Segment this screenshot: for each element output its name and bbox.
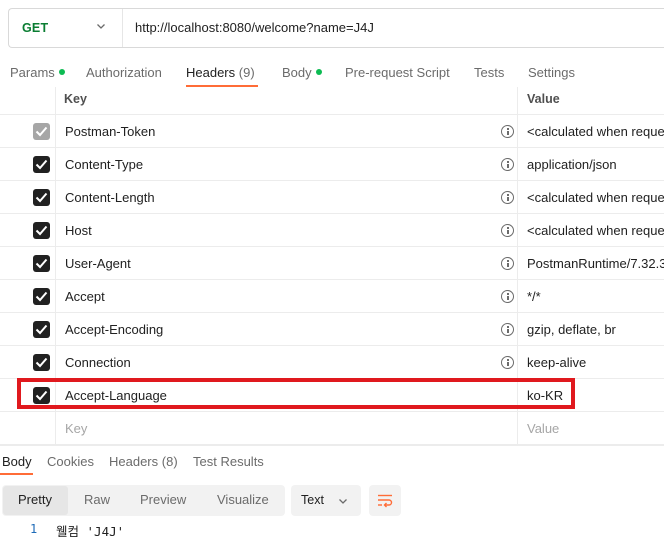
- url-bar: GET http://localhost:8080/welcome?name=J…: [8, 8, 664, 48]
- response-tab-body[interactable]: Body: [2, 454, 32, 469]
- checkmark-icon: [35, 225, 48, 236]
- info-icon[interactable]: [501, 224, 514, 237]
- method-label: GET: [22, 21, 49, 35]
- format-raw-button[interactable]: Raw: [84, 492, 110, 507]
- table-row: Content-Length <calculated when reque: [0, 181, 664, 214]
- wrap-lines-button[interactable]: [369, 485, 401, 516]
- row-checkbox[interactable]: [33, 156, 50, 173]
- table-row: Accept */*: [0, 280, 664, 313]
- header-value[interactable]: PostmanRuntime/7.32.3: [527, 256, 664, 271]
- row-checkbox[interactable]: [33, 321, 50, 338]
- checkmark-icon: [35, 126, 48, 137]
- language-label: Text: [301, 493, 324, 507]
- format-pretty-button[interactable]: Pretty: [18, 492, 52, 507]
- tab-body[interactable]: Body: [282, 65, 322, 80]
- checkmark-icon: [35, 192, 48, 203]
- response-divider: [0, 445, 664, 446]
- chevron-down-icon: [339, 499, 347, 504]
- row-checkbox[interactable]: [33, 189, 50, 206]
- tab-headers[interactable]: Headers (9): [186, 65, 255, 80]
- row-checkbox[interactable]: [33, 123, 50, 140]
- header-value[interactable]: */*: [527, 289, 541, 304]
- new-key-input[interactable]: Key: [65, 421, 87, 436]
- format-visualize-button[interactable]: Visualize: [217, 492, 269, 507]
- row-checkbox[interactable]: [33, 222, 50, 239]
- body-indicator-dot: [315, 69, 322, 75]
- header-value[interactable]: application/json: [527, 157, 617, 172]
- new-value-input[interactable]: Value: [527, 421, 559, 436]
- row-checkbox[interactable]: [33, 354, 50, 371]
- table-row: Content-Type application/json: [0, 148, 664, 181]
- table-row: Accept-Encoding gzip, deflate, br: [0, 313, 664, 346]
- header-key[interactable]: Content-Type: [65, 157, 143, 172]
- tab-pre-request-script[interactable]: Pre-request Script: [345, 65, 450, 80]
- table-row: Postman-Token <calculated when reque: [0, 115, 664, 148]
- checkmark-icon: [35, 324, 48, 335]
- column-header-value: Value: [527, 92, 560, 106]
- response-headers-count: (8): [161, 454, 178, 469]
- response-active-tab-underline: [0, 473, 33, 475]
- info-icon[interactable]: [501, 191, 514, 204]
- request-tabs: Params Authorization Headers (9) Body Pr…: [0, 56, 664, 90]
- header-value[interactable]: gzip, deflate, br: [527, 322, 616, 337]
- info-icon[interactable]: [501, 125, 514, 138]
- table-row: User-Agent PostmanRuntime/7.32.3: [0, 247, 664, 280]
- info-icon[interactable]: [501, 158, 514, 171]
- chevron-down-icon: [97, 24, 105, 29]
- table-header-row: [0, 87, 664, 115]
- wrap-lines-icon: [378, 494, 393, 508]
- response-tab-headers[interactable]: Headers (8): [109, 454, 178, 469]
- info-icon[interactable]: [501, 356, 514, 369]
- header-key[interactable]: User-Agent: [65, 256, 131, 271]
- header-key[interactable]: Connection: [65, 355, 131, 370]
- line-number: 1: [30, 522, 38, 536]
- checkmark-icon: [35, 291, 48, 302]
- response-body-text[interactable]: 웰컴 'J4J': [56, 521, 124, 540]
- method-select[interactable]: GET: [9, 9, 123, 47]
- header-value[interactable]: keep-alive: [527, 355, 586, 370]
- column-header-key: Key: [64, 92, 87, 106]
- checkmark-icon: [35, 159, 48, 170]
- tab-params[interactable]: Params: [10, 65, 65, 80]
- tab-authorization[interactable]: Authorization: [86, 65, 162, 80]
- checkmark-icon: [35, 357, 48, 368]
- headers-count: (9): [238, 65, 255, 80]
- table-row: Connection keep-alive: [0, 346, 664, 379]
- header-key[interactable]: Postman-Token: [65, 124, 155, 139]
- header-value[interactable]: <calculated when reque: [527, 124, 664, 139]
- row-checkbox[interactable]: [33, 255, 50, 272]
- response-tab-cookies[interactable]: Cookies: [47, 454, 94, 469]
- header-value[interactable]: <calculated when reque: [527, 223, 664, 238]
- new-header-row: Key Value: [0, 412, 664, 445]
- checkmark-icon: [35, 258, 48, 269]
- table-row: Host <calculated when reque: [0, 214, 664, 247]
- tab-tests[interactable]: Tests: [474, 65, 504, 80]
- header-value[interactable]: <calculated when reque: [527, 190, 664, 205]
- url-input[interactable]: http://localhost:8080/welcome?name=J4J: [135, 20, 374, 35]
- header-key[interactable]: Host: [65, 223, 92, 238]
- format-preview-button[interactable]: Preview: [140, 492, 186, 507]
- header-key[interactable]: Accept-Encoding: [65, 322, 163, 337]
- params-indicator-dot: [58, 69, 65, 75]
- response-tab-test-results[interactable]: Test Results: [193, 454, 264, 469]
- tab-settings[interactable]: Settings: [528, 65, 575, 80]
- info-icon[interactable]: [501, 290, 514, 303]
- header-key[interactable]: Content-Length: [65, 190, 155, 205]
- row-checkbox[interactable]: [33, 288, 50, 305]
- header-key[interactable]: Accept: [65, 289, 105, 304]
- info-icon[interactable]: [501, 323, 514, 336]
- highlight-box: [17, 378, 575, 409]
- info-icon[interactable]: [501, 257, 514, 270]
